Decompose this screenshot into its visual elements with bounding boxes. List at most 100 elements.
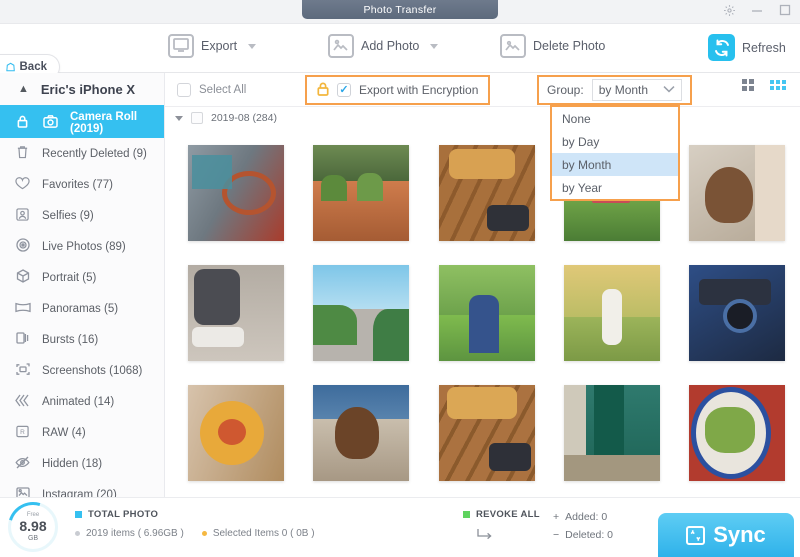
photo-cell[interactable] [173, 253, 298, 373]
coastal-road-photo[interactable] [313, 265, 409, 361]
export-with-encryption-control[interactable]: ✓ Export with Encryption [305, 75, 490, 105]
sidebar-item-label: Animated (14) [42, 396, 114, 408]
add-photo-button[interactable]: Add Photo [328, 34, 438, 58]
child-park-photo[interactable] [439, 265, 535, 361]
sidebar-item-label: Hidden (18) [42, 458, 102, 470]
refresh-button[interactable]: Refresh [708, 34, 786, 61]
woman-sunset-park-photo[interactable] [564, 265, 660, 361]
car-dashboard-photo[interactable] [188, 145, 284, 241]
dog-eating-photo[interactable] [313, 385, 409, 481]
photo-cell[interactable] [173, 373, 298, 493]
svg-text:R: R [20, 428, 25, 435]
runner-tying-shoe-photo[interactable] [188, 265, 284, 361]
view-mode-toggle [742, 79, 786, 91]
export-button[interactable]: Export [168, 34, 256, 58]
encryption-checkbox[interactable]: ✓ [337, 83, 351, 97]
select-all-checkbox[interactable] [177, 83, 191, 97]
sync-button[interactable]: Sync [658, 513, 794, 557]
sidebar-item-selfies[interactable]: Selfies (9) [0, 200, 164, 231]
sidebar-item-animated[interactable]: Animated (14) [0, 386, 164, 417]
sidebar-item-hidden[interactable]: Hidden (18) [0, 448, 164, 479]
total-photo-stats: TOTAL PHOTO 2019 items ( 6.96GB ) Select… [75, 509, 315, 539]
added-deleted-block: + Added: 0 − Deleted: 0 [553, 511, 613, 541]
photo-cell[interactable] [298, 133, 423, 253]
photo-row [173, 133, 800, 253]
photo-row [173, 253, 800, 373]
group-select[interactable]: by Month [592, 79, 682, 101]
dropdown-option-by-month[interactable]: by Month [552, 153, 678, 176]
photo-cell[interactable] [424, 253, 549, 373]
total-photo-swatch [75, 511, 82, 518]
photo-cell[interactable] [424, 133, 549, 253]
gear-icon[interactable] [722, 3, 736, 17]
total-photo-title-row: TOTAL PHOTO [75, 509, 315, 520]
encryption-label: Export with Encryption [359, 83, 478, 97]
revoke-all-label: REVOKE ALL [476, 509, 540, 520]
group-header-label: 2019-08 (284) [211, 112, 277, 124]
export-icon [168, 34, 194, 58]
add-photo-label: Add Photo [361, 39, 419, 53]
lock-icon [317, 82, 329, 99]
dropdown-option-by-year[interactable]: by Year [552, 176, 678, 199]
chevron-down-icon[interactable] [248, 44, 256, 49]
deleted-text: Deleted: 0 [565, 529, 613, 541]
photo-cell[interactable] [298, 253, 423, 373]
delete-photo-label: Delete Photo [533, 39, 605, 53]
sidebar-item-favorites[interactable]: Favorites (77) [0, 169, 164, 200]
chevron-down-icon [663, 85, 675, 96]
camera-operator-photo[interactable] [689, 265, 785, 361]
sidebar-item-raw[interactable]: R RAW (4) [0, 417, 164, 448]
small-grid-view-icon[interactable] [770, 80, 786, 90]
export-label: Export [201, 39, 237, 53]
photo-cell[interactable] [173, 133, 298, 253]
potted-cactus-photo[interactable] [313, 145, 409, 241]
dog-person-photo[interactable] [689, 145, 785, 241]
dropdown-option-by-day[interactable]: by Day [552, 130, 678, 153]
photo-cell[interactable] [675, 373, 800, 493]
cube-icon [14, 269, 31, 286]
minimize-icon[interactable] [750, 3, 764, 17]
free-space-arc [0, 493, 67, 557]
sidebar-item-label: Panoramas (5) [42, 303, 118, 315]
sidebar-item-recently-deleted[interactable]: Recently Deleted (9) [0, 138, 164, 169]
salad-plate-photo[interactable] [689, 385, 785, 481]
large-grid-view-icon[interactable] [742, 79, 754, 91]
sidebar-item-label: Live Photos (89) [42, 241, 126, 253]
delete-photo-button[interactable]: Delete Photo [500, 34, 605, 58]
total-photo-label: TOTAL PHOTO [88, 509, 158, 520]
sidebar-item-screenshots[interactable]: Screenshots (1068) [0, 355, 164, 386]
photo-cell[interactable] [675, 253, 800, 373]
sidebar-item-portrait[interactable]: Portrait (5) [0, 262, 164, 293]
maximize-icon[interactable] [778, 3, 792, 17]
green-door-house-photo[interactable] [564, 385, 660, 481]
select-all-control[interactable]: Select All [165, 83, 246, 97]
photo-cell[interactable] [549, 373, 674, 493]
dropdown-option-none[interactable]: None [552, 107, 678, 130]
group-dropdown-menu: None by Day by Month by Year [550, 105, 680, 201]
chevron-down-icon[interactable] [175, 116, 183, 121]
revoke-all-title-row: REVOKE ALL [463, 509, 540, 520]
pizza-table-photo[interactable] [439, 145, 535, 241]
device-header[interactable]: ▲ Eric's iPhone X [0, 73, 164, 107]
photo-cell[interactable] [549, 253, 674, 373]
photo-cell[interactable] [298, 373, 423, 493]
photo-cell[interactable] [675, 133, 800, 253]
revoke-all-block[interactable]: REVOKE ALL [463, 509, 540, 543]
sidebar-item-camera-roll[interactable]: Camera Roll (2019) [0, 107, 164, 138]
sidebar-item-panoramas[interactable]: Panoramas (5) [0, 293, 164, 324]
sidebar-item-bursts[interactable]: Bursts (16) [0, 324, 164, 355]
heart-icon [14, 177, 31, 193]
pizza-wood-table-photo[interactable] [439, 385, 535, 481]
group-select-value: by Month [599, 83, 648, 97]
camera-icon [42, 115, 59, 131]
photo-cell[interactable] [424, 373, 549, 493]
photo-group-header[interactable]: 2019-08 (284) [165, 107, 800, 129]
photo-grid [165, 129, 800, 493]
group-select-checkbox[interactable] [191, 112, 203, 124]
soup-bowl-photo[interactable] [188, 385, 284, 481]
sidebar-item-live-photos[interactable]: Live Photos (89) [0, 231, 164, 262]
eject-icon[interactable]: ▲ [18, 83, 29, 95]
revoke-arrow-icon [477, 528, 493, 543]
chevron-down-icon[interactable] [430, 44, 438, 49]
deleted-row: − Deleted: 0 [553, 529, 613, 541]
